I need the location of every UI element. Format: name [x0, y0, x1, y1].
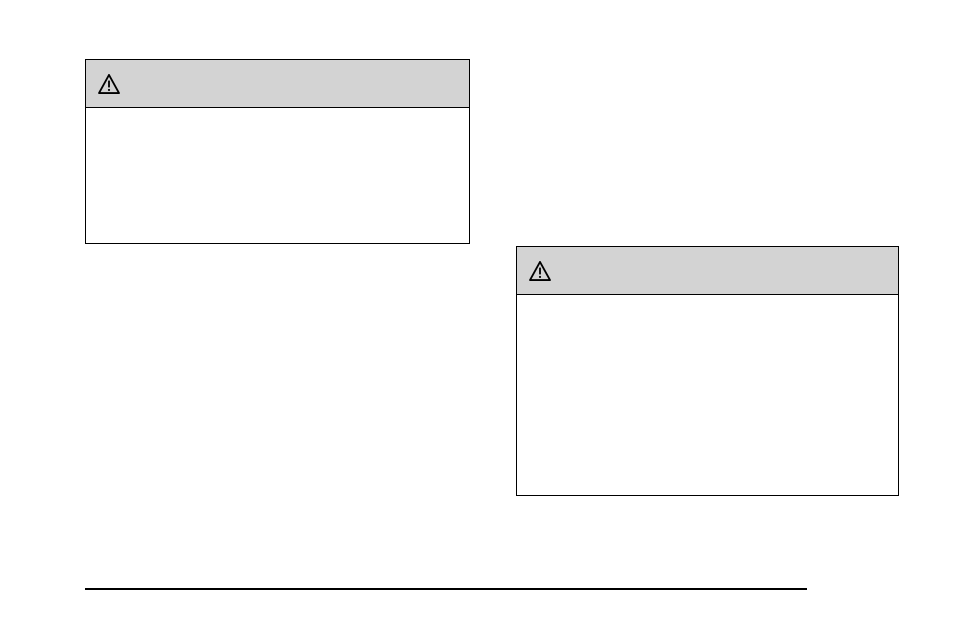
warning-icon — [529, 261, 551, 281]
footer-divider — [85, 588, 807, 590]
caution-box-right — [516, 246, 899, 496]
caution-header — [86, 60, 469, 108]
warning-icon — [98, 74, 120, 94]
caution-body — [517, 295, 898, 319]
caution-header — [517, 247, 898, 295]
caution-body — [86, 108, 469, 132]
caution-box-left — [85, 59, 470, 244]
